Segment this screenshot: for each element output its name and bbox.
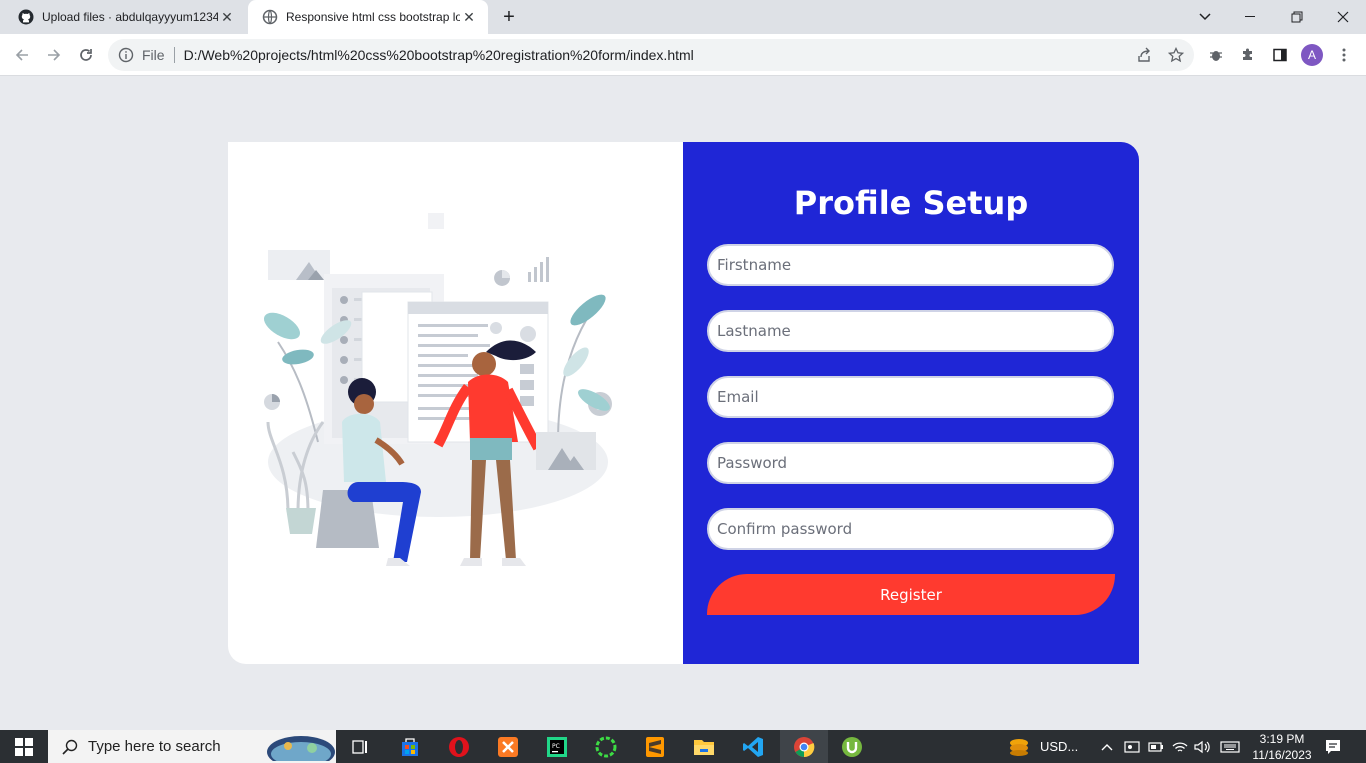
volume-icon[interactable] [1191, 734, 1213, 760]
utorrent-icon [842, 737, 862, 757]
vscode-icon [743, 737, 763, 757]
browser-toolbar: File D:/Web%20projects/html%20css%20boot… [0, 34, 1366, 76]
system-clock[interactable]: 3:19 PM 11/16/2023 [1244, 731, 1320, 763]
pycharm-button[interactable]: PC [544, 734, 570, 760]
store-icon [402, 738, 418, 756]
tab-label: Upload files · abdulqayyyum1234 [42, 10, 218, 24]
confirm-password-input[interactable]: Confirm password [707, 508, 1114, 550]
clock-time: 3:19 PM [1259, 732, 1305, 746]
password-input[interactable]: Password [707, 442, 1114, 484]
search-highlight-icon [267, 736, 335, 761]
keyboard-icon[interactable] [1218, 734, 1242, 760]
tab-strip: Upload files · abdulqayyyum1234 ✕ Respon… [0, 0, 1366, 34]
ring-app-icon [595, 736, 617, 758]
pycharm-icon: PC [547, 737, 567, 757]
star-icon [1168, 47, 1184, 63]
meet-now-icon[interactable] [1121, 734, 1143, 760]
opera-icon [449, 737, 469, 757]
avatar[interactable]: A [1301, 44, 1323, 66]
task-view-icon [352, 740, 367, 754]
svg-text:PC: PC [552, 743, 560, 750]
share-icon [1138, 47, 1150, 62]
registration-card: Profile Setup Firstname Lastname Email P… [228, 142, 1139, 664]
lastname-input[interactable]: Lastname [707, 310, 1114, 352]
browser-app-button[interactable] [593, 734, 619, 760]
menu-button[interactable] [1330, 41, 1358, 69]
side-panel-button[interactable] [1266, 41, 1294, 69]
form-panel: Profile Setup Firstname Lastname Email P… [683, 142, 1139, 664]
share-button[interactable] [1130, 41, 1158, 69]
side-panel-icon [1273, 48, 1287, 62]
info-icon[interactable] [118, 47, 134, 63]
search-placeholder: Type here to search [88, 738, 221, 755]
currency-widget-label[interactable]: USD... [1040, 739, 1078, 754]
windows-icon [15, 737, 33, 756]
reload-button[interactable] [72, 41, 100, 69]
opera-button[interactable] [446, 734, 472, 760]
minimize-button[interactable] [1228, 0, 1274, 34]
forward-button[interactable] [40, 41, 68, 69]
extensions-button[interactable] [1234, 41, 1262, 69]
github-icon [18, 9, 34, 25]
search-icon [62, 739, 78, 755]
bookmark-button[interactable] [1162, 41, 1190, 69]
firstname-input[interactable]: Firstname [707, 244, 1114, 286]
extension-bug-button[interactable] [1202, 41, 1230, 69]
battery-icon[interactable] [1145, 734, 1167, 760]
tab-search-icon[interactable] [1182, 0, 1228, 34]
address-bar[interactable]: File D:/Web%20projects/html%20css%20boot… [108, 39, 1194, 71]
sublime-icon [646, 737, 664, 757]
chrome-button[interactable] [780, 730, 828, 763]
illustration-panel [228, 142, 683, 664]
sublime-text-button[interactable] [642, 734, 668, 760]
folder-icon [694, 740, 714, 755]
people-illustration [263, 213, 612, 566]
new-tab-button[interactable]: + [498, 6, 520, 28]
bug-icon [1210, 51, 1222, 61]
currency-widget-icon[interactable] [1006, 734, 1032, 760]
close-window-button[interactable] [1320, 0, 1366, 34]
page-title: Profile Setup [793, 184, 1029, 222]
tab-responsive-html[interactable]: Responsive html css bootstrap lo ✕ [248, 0, 488, 34]
show-hidden-icons-button[interactable] [1096, 734, 1118, 760]
url-text[interactable]: D:/Web%20projects/html%20css%20bootstrap… [184, 47, 694, 63]
arrow-right-icon [48, 49, 61, 61]
reload-icon [80, 49, 92, 61]
back-button[interactable] [8, 41, 36, 69]
kebab-menu-icon [1342, 48, 1346, 62]
tab-label: Responsive html css bootstrap lo [286, 10, 460, 24]
puzzle-icon [1243, 48, 1252, 60]
xampp-button[interactable] [495, 734, 521, 760]
chevron-up-icon [1101, 744, 1113, 751]
email-input[interactable]: Email [707, 376, 1114, 418]
divider [173, 47, 175, 63]
task-view-button[interactable] [348, 734, 374, 760]
microsoft-store-button[interactable] [397, 734, 423, 760]
taskbar-search[interactable]: Type here to search [48, 730, 336, 763]
start-button[interactable] [0, 730, 48, 763]
vscode-button[interactable] [740, 734, 766, 760]
notifications-button[interactable] [1320, 734, 1346, 760]
windows-taskbar: Type here to search PC USD... 3:19 PM 11… [0, 730, 1366, 763]
restore-button[interactable] [1274, 0, 1320, 34]
arrow-left-icon [15, 49, 28, 61]
register-button[interactable]: Register [707, 574, 1115, 615]
clock-date: 11/16/2023 [1252, 748, 1312, 762]
chrome-icon [794, 736, 815, 757]
scheme-label: File [142, 47, 165, 63]
xampp-icon [498, 737, 518, 757]
file-explorer-button[interactable] [691, 734, 717, 760]
notification-icon [1326, 740, 1340, 754]
utorrent-button[interactable] [839, 734, 865, 760]
globe-icon [262, 9, 278, 25]
tab-upload-files[interactable]: Upload files · abdulqayyyum1234 ✕ [4, 0, 246, 34]
wifi-icon[interactable] [1169, 734, 1191, 760]
close-icon[interactable]: ✕ [460, 8, 478, 26]
close-icon[interactable]: ✕ [218, 8, 236, 26]
